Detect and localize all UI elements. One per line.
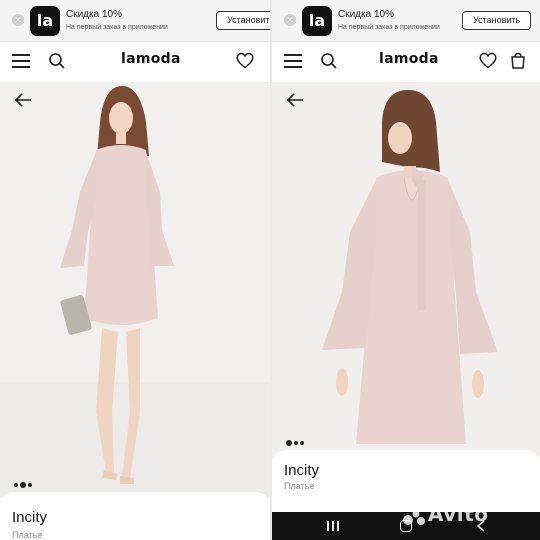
right-screenshot: ✕ la Скидка 10% На первый заказ в прилож… bbox=[272, 0, 540, 540]
app-header: lamoda bbox=[0, 42, 270, 80]
product-info: Incity Платье bbox=[0, 492, 270, 540]
search-icon[interactable] bbox=[48, 52, 66, 70]
product-info: Incity Платье bbox=[272, 450, 540, 512]
product-type: Платье bbox=[12, 530, 43, 540]
pagination-dot[interactable] bbox=[294, 441, 298, 445]
product-image[interactable] bbox=[272, 82, 540, 458]
close-icon[interactable]: ✕ bbox=[12, 14, 24, 26]
shopping-bag-icon[interactable] bbox=[510, 52, 526, 69]
pagination-dot[interactable] bbox=[300, 441, 304, 445]
install-button[interactable]: Установить bbox=[462, 11, 532, 30]
promo-title: Скидка 10% bbox=[66, 9, 122, 20]
left-screenshot: ✕ la Скидка 10% На первый заказ в прилож… bbox=[0, 0, 270, 540]
menu-icon[interactable] bbox=[12, 54, 30, 68]
product-brand[interactable]: Incity bbox=[284, 462, 319, 479]
promo-subtitle: На первый заказ в приложении bbox=[338, 24, 440, 31]
app-header: lamoda bbox=[272, 42, 540, 80]
heart-icon[interactable] bbox=[236, 52, 254, 69]
app-promo-banner: ✕ la Скидка 10% На первый заказ в прилож… bbox=[272, 0, 540, 42]
brand-logo[interactable]: lamoda bbox=[379, 51, 439, 67]
product-brand[interactable]: Incity bbox=[12, 509, 47, 526]
product-type: Платье bbox=[284, 481, 315, 491]
avito-logo-icon bbox=[403, 510, 425, 525]
menu-icon[interactable] bbox=[284, 54, 302, 68]
avito-watermark: Avito bbox=[403, 502, 488, 526]
product-image[interactable] bbox=[0, 82, 270, 498]
recents-icon[interactable] bbox=[327, 521, 339, 531]
heart-icon[interactable] bbox=[479, 52, 497, 69]
back-arrow-icon[interactable] bbox=[14, 92, 32, 108]
pagination-dot-active[interactable] bbox=[286, 440, 292, 446]
brand-logo[interactable]: lamoda bbox=[121, 51, 181, 67]
image-pagination[interactable] bbox=[286, 432, 306, 446]
promo-title: Скидка 10% bbox=[338, 9, 394, 20]
install-button[interactable]: Установить bbox=[216, 11, 270, 30]
pagination-dot[interactable] bbox=[14, 483, 18, 487]
pagination-dot[interactable] bbox=[28, 483, 32, 487]
image-pagination[interactable] bbox=[14, 474, 34, 488]
app-logo: la bbox=[30, 6, 60, 36]
back-arrow-icon[interactable] bbox=[286, 92, 304, 108]
promo-subtitle: На первый заказ в приложении bbox=[66, 24, 168, 31]
model-photo bbox=[272, 82, 540, 458]
close-icon[interactable]: ✕ bbox=[284, 14, 296, 26]
search-icon[interactable] bbox=[320, 52, 338, 70]
model-photo bbox=[0, 82, 270, 498]
app-promo-banner: ✕ la Скидка 10% На первый заказ в прилож… bbox=[0, 0, 270, 42]
app-logo: la bbox=[302, 6, 332, 36]
pagination-dot-active[interactable] bbox=[20, 482, 26, 488]
